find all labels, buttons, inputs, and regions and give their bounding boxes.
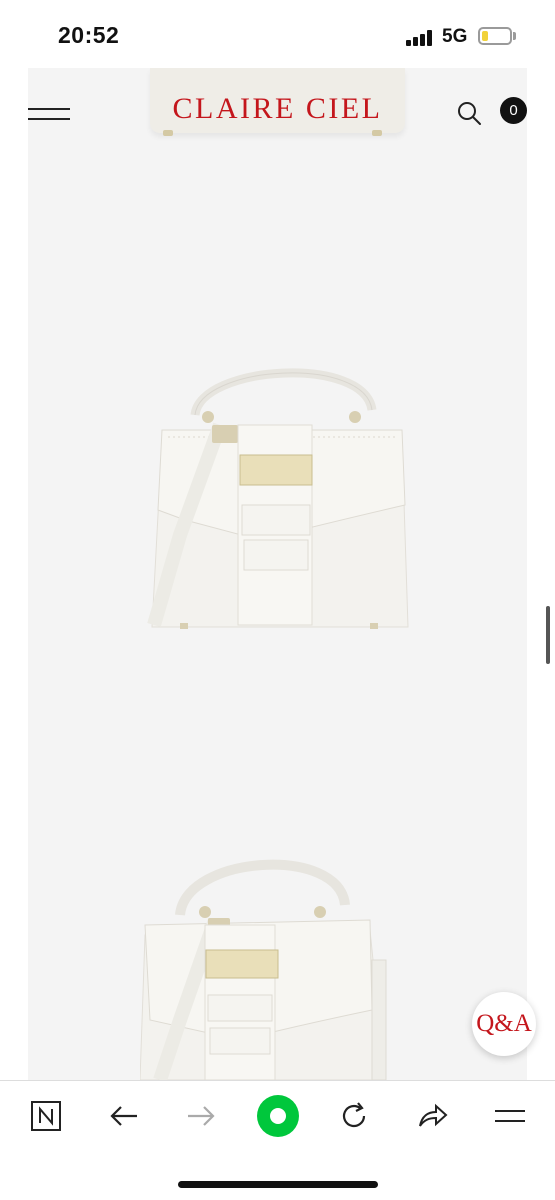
- qa-button[interactable]: Q&A: [472, 992, 536, 1056]
- home-indicator[interactable]: [178, 1181, 378, 1188]
- naver-n-icon[interactable]: [26, 1096, 66, 1136]
- status-time: 20:52: [58, 22, 120, 48]
- page-margin-right: [527, 68, 555, 1080]
- forward-arrow-icon[interactable]: [181, 1096, 221, 1136]
- battery-tip: [513, 32, 516, 40]
- reload-icon[interactable]: [334, 1096, 374, 1136]
- brand-logo[interactable]: CLAIRE CIEL: [150, 92, 405, 126]
- status-bar: 20:52 5G: [0, 0, 555, 68]
- product-image-front[interactable]: [140, 355, 420, 645]
- back-arrow-icon[interactable]: [104, 1096, 144, 1136]
- product-image-angled[interactable]: [140, 850, 400, 1080]
- menu-icon[interactable]: [490, 1096, 530, 1136]
- green-dot-icon[interactable]: [256, 1094, 300, 1138]
- signal-strength-icon: [406, 30, 436, 46]
- battery-icon: [478, 27, 512, 45]
- page-margin-left: [0, 68, 28, 1080]
- share-icon[interactable]: [412, 1096, 452, 1136]
- scroll-indicator[interactable]: [546, 606, 550, 664]
- search-icon[interactable]: [456, 100, 482, 126]
- menu-button[interactable]: [28, 104, 70, 124]
- network-type: 5G: [442, 26, 468, 47]
- cart-count-badge[interactable]: 0: [500, 97, 527, 124]
